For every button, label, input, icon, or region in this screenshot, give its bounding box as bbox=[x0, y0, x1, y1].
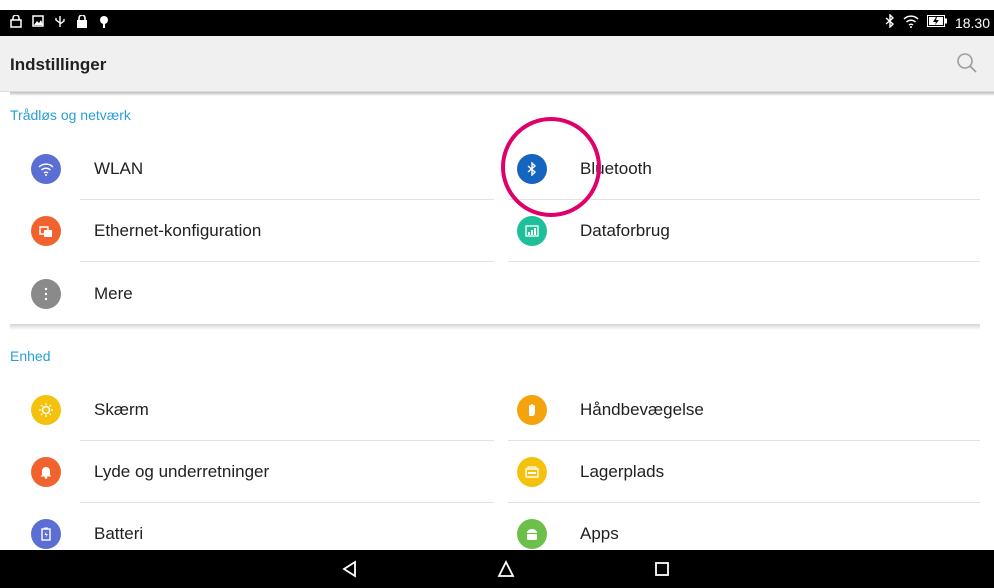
setting-handbevaegelse[interactable]: Håndbevægelse bbox=[496, 379, 980, 441]
setting-label: Lyde og underretninger bbox=[94, 462, 270, 481]
setting-lagerplads[interactable]: Lagerplads bbox=[496, 441, 980, 503]
display-icon bbox=[31, 395, 61, 425]
app-bar-shadow bbox=[10, 92, 994, 96]
android-icon bbox=[517, 519, 547, 549]
storage-icon bbox=[517, 457, 547, 487]
bell-icon bbox=[31, 457, 61, 487]
setting-label: Dataforbrug bbox=[580, 221, 670, 240]
section-header-device: Enhed bbox=[10, 348, 51, 364]
setting-label: Lagerplads bbox=[580, 462, 665, 481]
setting-label: Apps bbox=[580, 524, 619, 543]
setting-skaerm[interactable]: Skærm bbox=[10, 379, 494, 441]
page-title: Indstillinger bbox=[10, 55, 107, 74]
setting-wlan[interactable]: WLAN bbox=[10, 138, 494, 200]
lock-filled-icon bbox=[76, 14, 88, 28]
image-icon bbox=[32, 15, 44, 28]
lock-icon bbox=[10, 14, 22, 28]
section-separator bbox=[10, 324, 980, 330]
highlight-circle bbox=[501, 117, 601, 217]
usb-icon bbox=[54, 15, 66, 28]
wifi-status-icon bbox=[903, 14, 919, 32]
app-bar: Indstillinger bbox=[0, 36, 994, 92]
setting-label: WLAN bbox=[94, 159, 144, 178]
android-debug-icon bbox=[98, 15, 110, 28]
clock: 18.30 bbox=[954, 15, 990, 31]
divider bbox=[80, 261, 494, 262]
bluetooth-status-icon bbox=[885, 13, 895, 32]
hand-icon bbox=[517, 395, 547, 425]
setting-label: Batteri bbox=[94, 524, 144, 543]
back-button[interactable] bbox=[340, 559, 360, 579]
setting-mere[interactable]: Mere bbox=[10, 263, 494, 325]
setting-label: Ethernet-konfiguration bbox=[94, 221, 262, 240]
recents-button[interactable] bbox=[652, 559, 672, 579]
section-header-wireless: Trådløs og netværk bbox=[10, 107, 131, 123]
setting-label: Håndbevægelse bbox=[580, 400, 704, 419]
setting-label: Skærm bbox=[94, 400, 149, 419]
data-usage-icon bbox=[517, 216, 547, 246]
battery-icon bbox=[31, 519, 61, 549]
setting-ethernet[interactable]: Ethernet-konfiguration bbox=[10, 200, 494, 262]
divider bbox=[508, 261, 980, 262]
setting-lyde[interactable]: Lyde og underretninger bbox=[10, 441, 494, 503]
status-icons-right: 18.30 bbox=[885, 13, 990, 32]
setting-label: Mere bbox=[94, 284, 133, 303]
settings-screen: 18.30 Indstillinger Trådløs og netværk W… bbox=[0, 0, 994, 588]
navigation-bar bbox=[0, 550, 994, 588]
search-icon[interactable] bbox=[956, 52, 978, 74]
status-icons-left bbox=[10, 14, 110, 28]
more-icon bbox=[31, 279, 61, 309]
wifi-icon bbox=[31, 154, 61, 184]
battery-status-icon bbox=[926, 15, 947, 31]
ethernet-icon bbox=[31, 216, 61, 246]
home-button[interactable] bbox=[496, 559, 516, 579]
status-bar: 18.30 bbox=[0, 10, 994, 36]
